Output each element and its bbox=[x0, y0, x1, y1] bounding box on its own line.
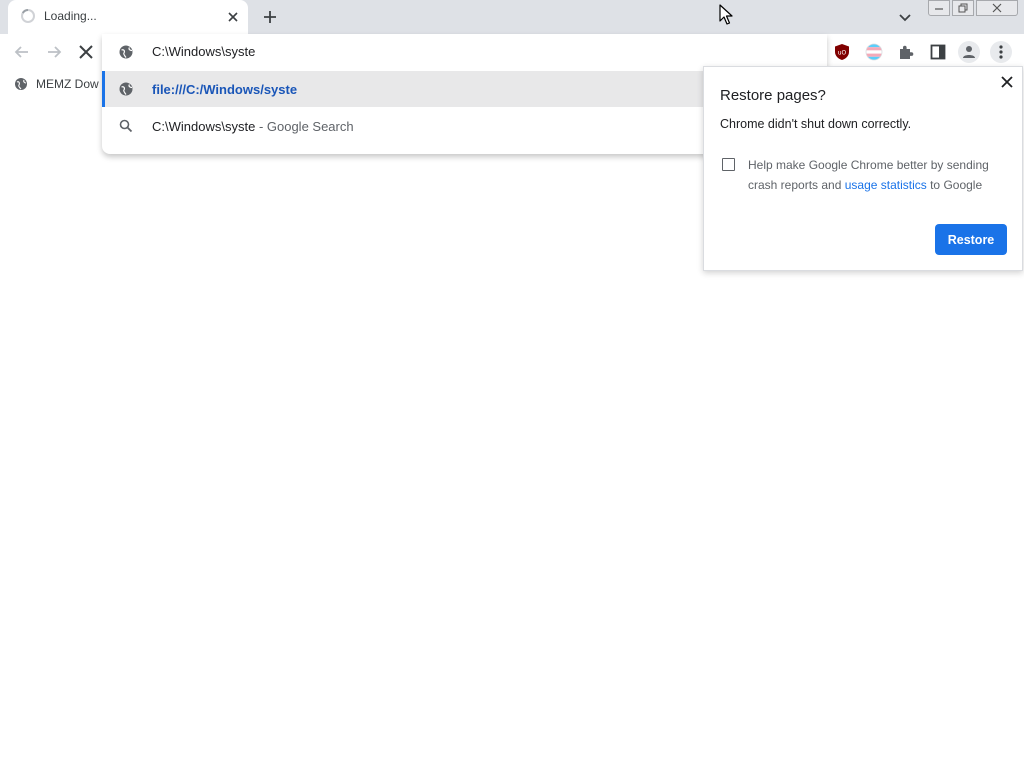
mouse-cursor-icon bbox=[719, 4, 735, 26]
puzzle-icon[interactable] bbox=[897, 43, 915, 61]
globe-icon bbox=[118, 44, 134, 60]
suggestion-query: C:\Windows\syste bbox=[152, 119, 256, 134]
restore-icon bbox=[958, 3, 968, 13]
arrow-right-icon bbox=[48, 46, 62, 58]
person-icon bbox=[963, 46, 975, 58]
restore-pages-dialog: Restore pages? Chrome didn't shut down c… bbox=[703, 66, 1023, 271]
forward-button[interactable] bbox=[44, 42, 64, 62]
restore-button[interactable]: Restore bbox=[935, 224, 1007, 255]
plus-icon bbox=[264, 11, 276, 23]
dialog-title: Restore pages? bbox=[720, 87, 826, 104]
stop-x-icon bbox=[79, 45, 93, 59]
close-icon[interactable] bbox=[225, 9, 241, 25]
omnibox-input-row[interactable]: C:\Windows\syste bbox=[102, 34, 827, 70]
arrow-left-icon bbox=[14, 46, 28, 58]
trans-flag-icon[interactable] bbox=[865, 43, 883, 61]
kebab-menu-icon bbox=[999, 45, 1003, 59]
address-input[interactable]: C:\Windows\syste bbox=[152, 44, 255, 59]
loading-spinner-icon bbox=[20, 8, 36, 24]
back-button[interactable] bbox=[12, 42, 32, 62]
side-panel-icon[interactable] bbox=[929, 43, 947, 61]
dialog-message: Chrome didn't shut down correctly. bbox=[720, 117, 912, 131]
menu-button[interactable] bbox=[990, 41, 1012, 63]
checkbox-label-end: to Google bbox=[926, 178, 983, 192]
minimize-button[interactable] bbox=[928, 0, 950, 16]
bookmark-label: MEMZ Dow bbox=[36, 77, 99, 91]
tab-title: Loading... bbox=[44, 9, 97, 23]
close-icon[interactable] bbox=[1000, 75, 1014, 89]
selection-indicator bbox=[102, 71, 105, 107]
suggestion-text: file:///C:/Windows/syste bbox=[152, 82, 298, 97]
checkbox-label: Help make Google Chrome better by sendin… bbox=[748, 155, 1008, 195]
tab-loading[interactable]: Loading... bbox=[8, 0, 248, 34]
globe-icon bbox=[15, 78, 27, 90]
close-icon bbox=[992, 3, 1002, 13]
profile-button[interactable] bbox=[958, 41, 980, 63]
suggestion-text: C:\Windows\syste - Google Search bbox=[152, 119, 354, 134]
chevron-down-icon[interactable] bbox=[896, 8, 914, 26]
stop-button[interactable] bbox=[76, 42, 96, 62]
new-tab-button[interactable] bbox=[260, 7, 280, 27]
window-close-button[interactable] bbox=[976, 0, 1018, 16]
bookmark-item[interactable]: MEMZ Dow bbox=[14, 76, 99, 92]
minimize-icon bbox=[935, 8, 943, 10]
globe-icon bbox=[118, 81, 134, 97]
crash-report-checkbox[interactable] bbox=[722, 158, 735, 171]
ublock-origin-icon[interactable]: uO bbox=[833, 43, 851, 61]
search-icon bbox=[118, 118, 134, 134]
usage-statistics-link[interactable]: usage statistics bbox=[845, 178, 927, 192]
restore-window-button[interactable] bbox=[952, 0, 974, 16]
svg-text:uO: uO bbox=[838, 50, 847, 57]
suggestion-suffix: - Google Search bbox=[258, 119, 354, 134]
